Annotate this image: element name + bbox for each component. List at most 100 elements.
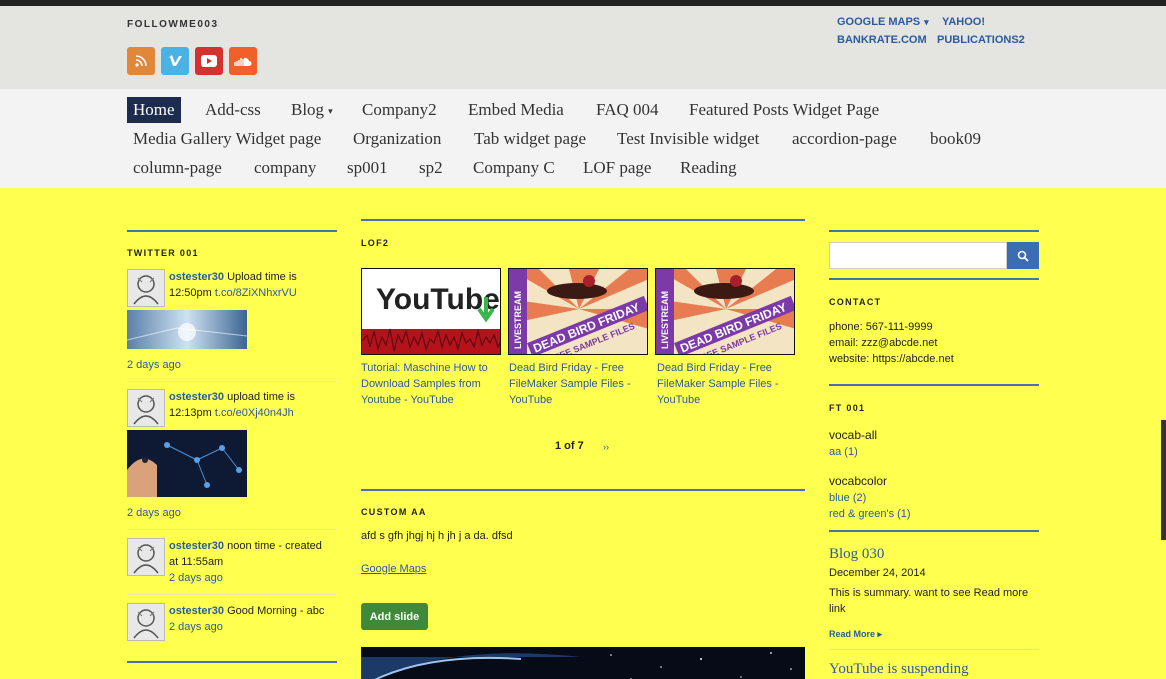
- yahoo-link[interactable]: YAHOO!: [942, 16, 985, 28]
- nav-item-company-c[interactable]: Company C: [473, 155, 555, 181]
- livestream-text: LIVESTREAM: [660, 291, 670, 349]
- tweet-user-link[interactable]: ostester30: [169, 271, 224, 283]
- publications-link[interactable]: PUBLICATIONS2: [937, 34, 1025, 46]
- tweet-link[interactable]: t.co/e0Xj40n4Jh: [215, 407, 294, 419]
- avatar[interactable]: [127, 538, 165, 576]
- divider: [361, 219, 805, 221]
- tweet-text: ostester30 Good Morning - abc: [169, 603, 334, 619]
- lof-title: LOF2: [361, 238, 390, 248]
- search-button[interactable]: [1007, 242, 1039, 269]
- divider: [127, 230, 337, 232]
- google-maps-link[interactable]: Google Maps: [361, 563, 426, 575]
- blog-post-title[interactable]: Blog 030: [829, 546, 884, 563]
- divider: [829, 278, 1039, 280]
- tweet-time[interactable]: 2 days ago: [169, 572, 223, 584]
- nav-item-company2[interactable]: Company2: [362, 97, 437, 123]
- tweet-body: Good Morning - abc: [224, 605, 325, 617]
- vocabcolor-title: vocabcolor: [829, 474, 888, 488]
- site-header: FOLLOWME003 GOOGLE MAPS ▾ YAHOO! BANKRATE…: [0, 6, 1166, 89]
- search-input[interactable]: [829, 242, 1007, 269]
- divider: [829, 649, 1039, 650]
- term-red-green-link[interactable]: red & green's (1): [829, 508, 911, 520]
- contact-phone: phone: 567-111-9999: [829, 321, 933, 333]
- nav-item-faq-004[interactable]: FAQ 004: [596, 97, 659, 123]
- nav-item-featured-posts[interactable]: Featured Posts Widget Page: [689, 97, 879, 123]
- tweet-text: ostester30 Upload time is 12:50pm t.co/8…: [169, 269, 334, 301]
- tweet-link[interactable]: t.co/8ZiXNhxrVU: [215, 287, 297, 299]
- lof-thumb-3[interactable]: LIVESTREAM DEAD BIRD FRIDAY FREE SAMPLE …: [655, 268, 795, 355]
- tweet-time[interactable]: 2 days ago: [169, 621, 223, 633]
- tweet-user-link[interactable]: ostester30: [169, 540, 224, 552]
- tweet-text: ostester30 noon time - created at 11:55a…: [169, 538, 334, 570]
- tweet-time[interactable]: 2 days ago: [127, 507, 181, 519]
- nav-item-sp001[interactable]: sp001: [347, 155, 388, 181]
- divider: [829, 230, 1039, 232]
- lof-thumb-2[interactable]: LIVESTREAM DEAD BIRD FRIDAY FREE SAMPLE …: [508, 268, 648, 355]
- nav-item-lof-page[interactable]: LOF page: [583, 155, 651, 181]
- nav-item-reading[interactable]: Reading: [680, 155, 737, 181]
- nav-item-column-page[interactable]: column-page: [133, 155, 222, 181]
- read-more-link[interactable]: Read More ▸: [829, 629, 882, 640]
- next-post-title[interactable]: YouTube is suspending: [829, 661, 969, 678]
- divider: [829, 384, 1039, 386]
- nav-item-organization[interactable]: Organization: [353, 126, 441, 152]
- bankrate-link[interactable]: BANKRATE.COM: [837, 34, 927, 46]
- nav-item-tab-widget[interactable]: Tab widget page: [474, 126, 586, 152]
- nav-item-add-css[interactable]: Add-css: [205, 97, 261, 123]
- ft-title: FT 001: [829, 403, 866, 413]
- avatar[interactable]: [127, 269, 165, 307]
- divider: [127, 529, 337, 530]
- term-aa-link[interactable]: aa (1): [829, 446, 858, 458]
- divider: [127, 661, 337, 663]
- vimeo-icon[interactable]: [161, 47, 189, 75]
- nav-item-blog[interactable]: Blog ▾: [291, 97, 333, 123]
- vocab-all-title: vocab-all: [829, 428, 878, 442]
- contact-email: email: zzz@abcde.net: [829, 337, 938, 349]
- add-slide-button[interactable]: Add slide: [361, 603, 428, 630]
- pager-next-button[interactable]: ››: [603, 442, 609, 452]
- nav-item-media-gallery[interactable]: Media Gallery Widget page: [133, 126, 321, 152]
- nav-item-book09[interactable]: book09: [930, 126, 981, 152]
- tweet-item: ostester30 Good Morning - abc: [127, 603, 337, 643]
- chevron-down-icon: ▾: [924, 16, 929, 27]
- tweet-user-link[interactable]: ostester30: [169, 391, 224, 403]
- lof-caption-2[interactable]: Dead Bird Friday - Free FileMaker Sample…: [509, 360, 649, 408]
- soundcloud-icon[interactable]: [229, 47, 257, 75]
- tweet-item: ostester30 Upload time is 12:50pm t.co/8…: [127, 269, 337, 307]
- lof-caption-3[interactable]: Dead Bird Friday - Free FileMaker Sample…: [657, 360, 797, 408]
- tweet-time[interactable]: 2 days ago: [127, 359, 181, 371]
- blog-post-date: December 24, 2014: [829, 567, 926, 579]
- custom-title: CUSTOM AA: [361, 507, 427, 517]
- search-icon: [1017, 250, 1029, 262]
- contact-website: website: https://abcde.net: [829, 353, 954, 365]
- tweet-image[interactable]: [127, 430, 247, 497]
- nav-item-accordion[interactable]: accordion-page: [792, 126, 897, 152]
- divider: [829, 530, 1039, 532]
- lof-caption-1[interactable]: Tutorial: Maschine How to Download Sampl…: [361, 360, 501, 408]
- nav-item-embed-media[interactable]: Embed Media: [468, 97, 564, 123]
- tweet-image[interactable]: [127, 310, 247, 349]
- tweet-text: ostester30 upload time is 12:13pm t.co/e…: [169, 389, 334, 421]
- divider: [127, 381, 337, 382]
- nav-item-home[interactable]: Home: [127, 97, 181, 123]
- divider: [361, 489, 805, 491]
- avatar[interactable]: [127, 389, 165, 427]
- space-image[interactable]: [361, 647, 805, 679]
- blog-post-summary: This is summary. want to see Read more l…: [829, 587, 1029, 615]
- youtube-icon[interactable]: [195, 47, 223, 75]
- lof-thumb-1[interactable]: YouTube: [361, 268, 501, 355]
- custom-text: afd s gfh jhgj hj h jh j a da. dfsd: [361, 530, 513, 542]
- rss-icon[interactable]: [127, 47, 155, 75]
- main-nav: Home Add-css Blog ▾ Company2 Embed Media …: [0, 89, 1166, 188]
- site-name[interactable]: FOLLOWME003: [127, 19, 219, 30]
- nav-item-test-invisible[interactable]: Test Invisible widget: [617, 126, 759, 152]
- pager-status: 1 of 7: [555, 440, 584, 452]
- google-maps-link[interactable]: GOOGLE MAPS ▾: [837, 16, 929, 28]
- term-blue-link[interactable]: blue (2): [829, 492, 866, 504]
- tweet-user-link[interactable]: ostester30: [169, 605, 224, 617]
- nav-item-sp2[interactable]: sp2: [419, 155, 443, 181]
- nav-item-company[interactable]: company: [254, 155, 316, 181]
- chevron-down-icon: ▾: [328, 106, 333, 117]
- scrollbar[interactable]: [1161, 420, 1166, 540]
- avatar[interactable]: [127, 603, 165, 641]
